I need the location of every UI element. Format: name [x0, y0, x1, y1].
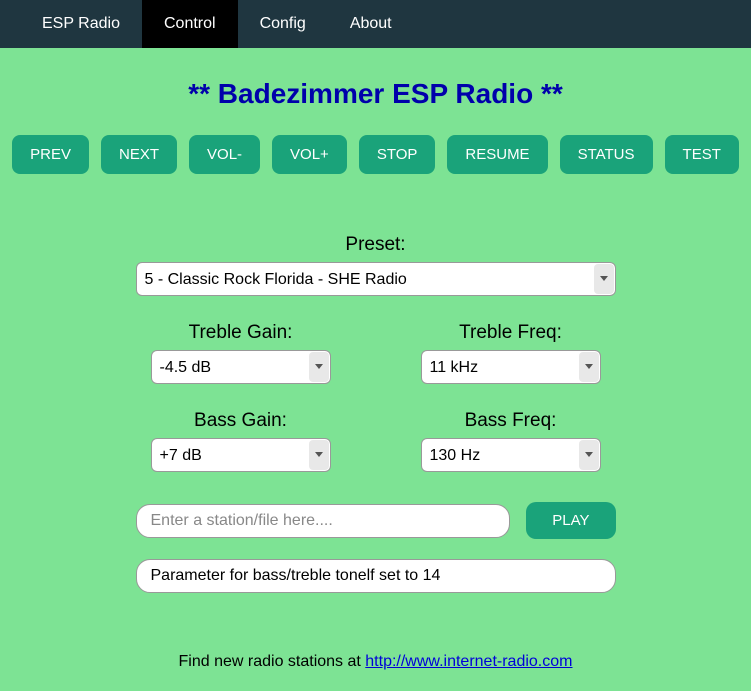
form-area: Preset: 5 - Classic Rock Florida - SHE R… [136, 234, 616, 593]
page-title: ** Badezimmer ESP Radio ** [20, 78, 731, 110]
bass-gain-label: Bass Gain: [136, 410, 346, 432]
nav-item-control[interactable]: Control [142, 0, 238, 48]
nav-item-config[interactable]: Config [238, 0, 328, 48]
nav-item-about[interactable]: About [328, 0, 414, 48]
vol-up-button[interactable]: VOL+ [272, 135, 347, 174]
resume-button[interactable]: RESUME [447, 135, 547, 174]
treble-freq-select[interactable]: 11 kHz [421, 350, 601, 384]
nav-item-esp-radio[interactable]: ESP Radio [20, 0, 142, 48]
footer-prefix: Find new radio stations at [179, 653, 366, 670]
footer-text: Find new radio stations at http://www.in… [20, 653, 731, 671]
preset-label: Preset: [136, 234, 616, 256]
control-button-row: PREV NEXT VOL- VOL+ STOP RESUME STATUS T… [20, 135, 731, 174]
treble-gain-label: Treble Gain: [136, 322, 346, 344]
stop-button[interactable]: STOP [359, 135, 436, 174]
prev-button[interactable]: PREV [12, 135, 89, 174]
vol-down-button[interactable]: VOL- [189, 135, 260, 174]
treble-gain-select[interactable]: -4.5 dB [151, 350, 331, 384]
footer-link[interactable]: http://www.internet-radio.com [365, 653, 572, 670]
next-button[interactable]: NEXT [101, 135, 177, 174]
page-body: ** Badezimmer ESP Radio ** PREV NEXT VOL… [0, 48, 751, 691]
bass-freq-select[interactable]: 130 Hz [421, 438, 601, 472]
test-button[interactable]: TEST [665, 135, 739, 174]
bass-gain-select[interactable]: +7 dB [151, 438, 331, 472]
status-output[interactable] [136, 559, 616, 593]
station-input[interactable] [136, 504, 511, 538]
preset-select[interactable]: 5 - Classic Rock Florida - SHE Radio [136, 262, 616, 296]
play-button[interactable]: PLAY [526, 502, 615, 539]
treble-freq-label: Treble Freq: [406, 322, 616, 344]
navbar: ESP Radio Control Config About [0, 0, 751, 48]
bass-freq-label: Bass Freq: [406, 410, 616, 432]
status-button[interactable]: STATUS [560, 135, 653, 174]
